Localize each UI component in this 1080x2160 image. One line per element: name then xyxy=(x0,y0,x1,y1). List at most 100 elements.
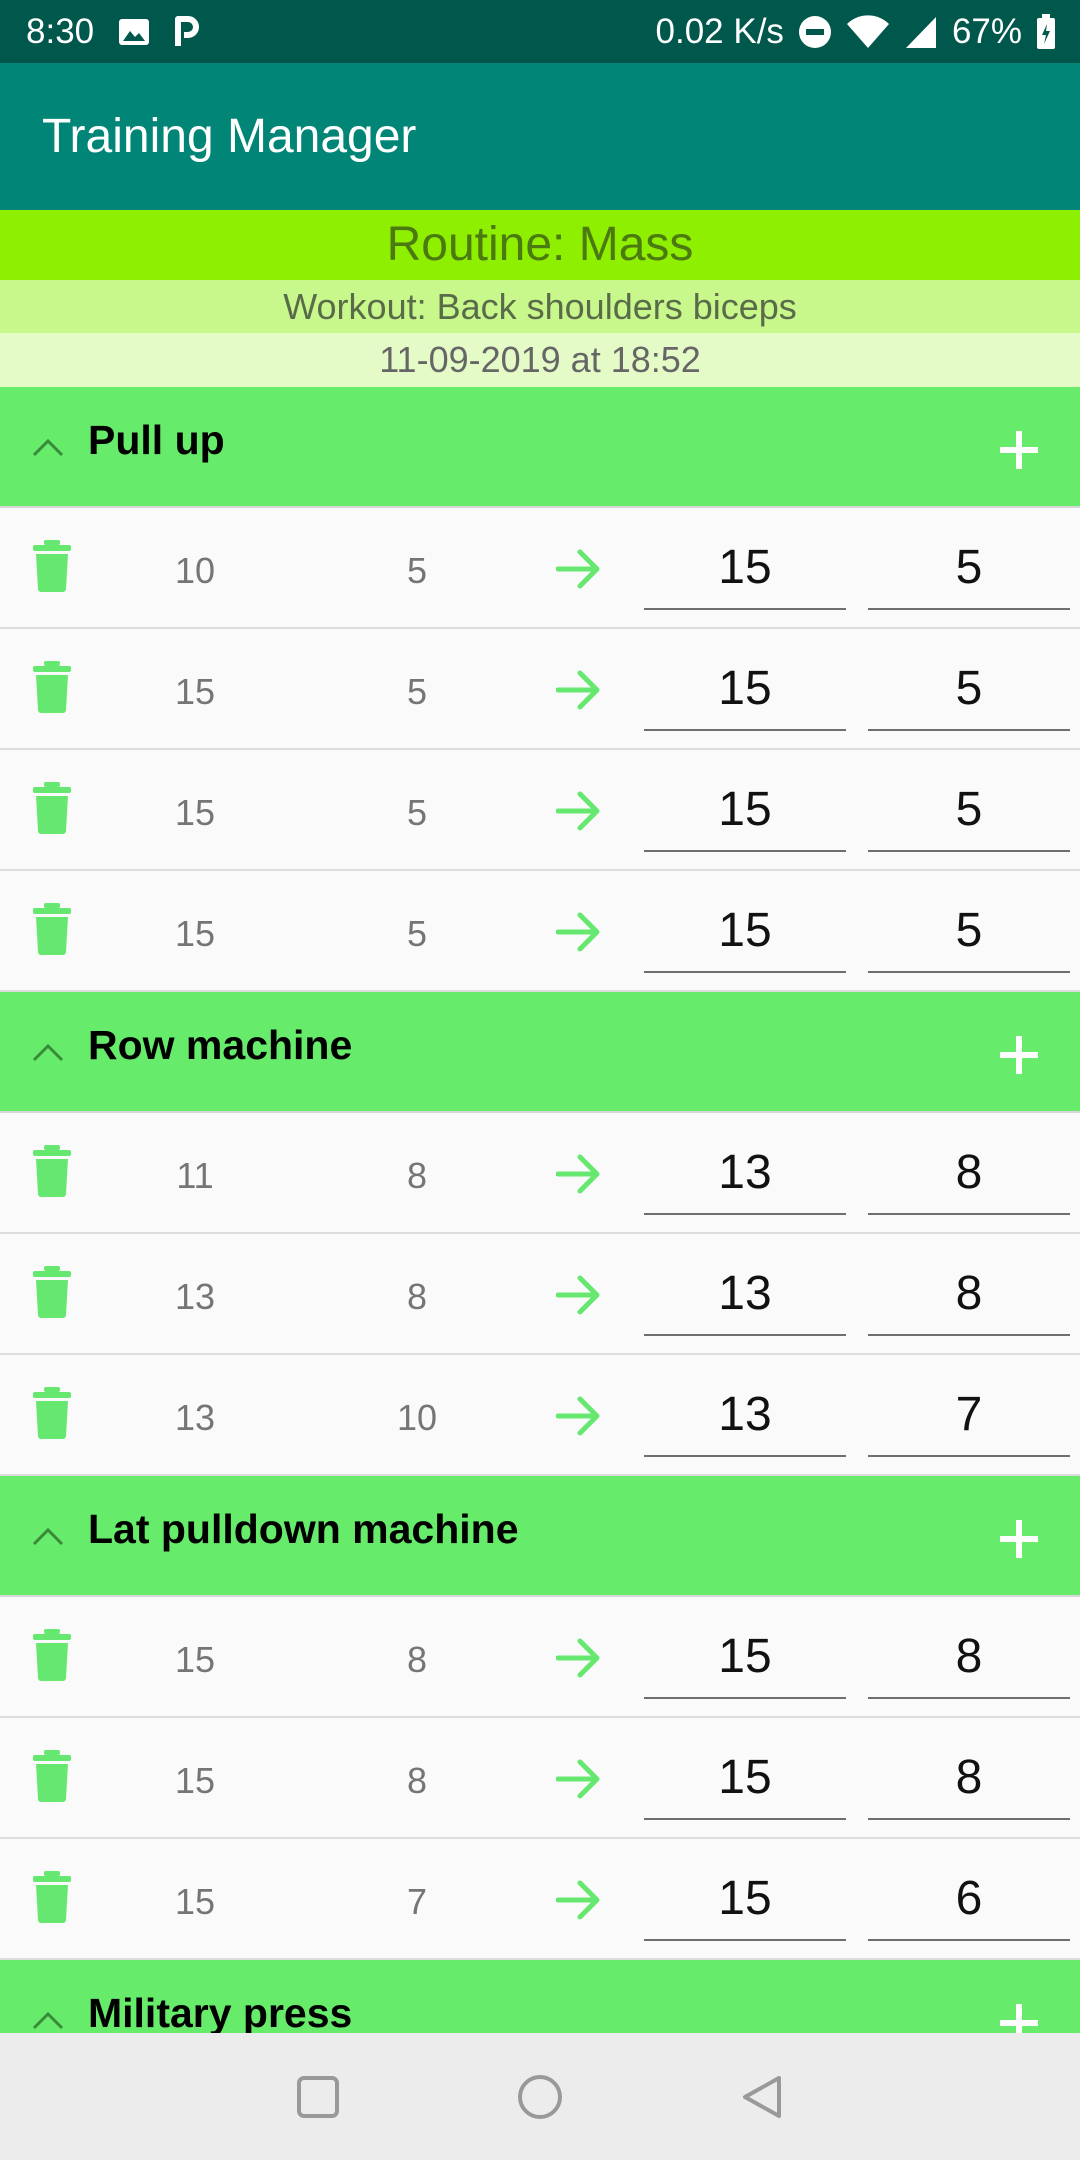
reps-input[interactable]: 5 xyxy=(868,770,1070,852)
arrow-right-icon[interactable] xyxy=(556,1393,602,1439)
routine-label: Routine: Mass xyxy=(0,210,1080,280)
trash-icon[interactable] xyxy=(32,1266,72,1318)
reps-input[interactable]: 5 xyxy=(868,649,1070,731)
set-row: 10 5 15 5 xyxy=(0,508,1080,629)
add-set-icon[interactable] xyxy=(998,429,1040,471)
previous-weight: 15 xyxy=(174,913,216,954)
workout-label: Workout: Back shoulders biceps xyxy=(0,280,1080,333)
weight-input[interactable]: 15 xyxy=(644,770,846,852)
parking-icon xyxy=(174,15,200,48)
arrow-right-icon[interactable] xyxy=(556,1151,602,1197)
recents-button[interactable] xyxy=(284,2063,352,2131)
arrow-right-icon[interactable] xyxy=(556,788,602,834)
arrow-right-icon[interactable] xyxy=(556,546,602,592)
exercise-header[interactable]: Lat pulldown machine xyxy=(0,1476,1080,1597)
previous-reps: 5 xyxy=(406,792,428,833)
trash-icon[interactable] xyxy=(32,903,72,955)
reps-input[interactable]: 6 xyxy=(868,1859,1070,1941)
square-icon xyxy=(297,2076,339,2118)
set-row: 13 10 13 7 xyxy=(0,1355,1080,1476)
triangle-back-icon xyxy=(743,2076,781,2118)
previous-reps: 10 xyxy=(396,1397,438,1438)
app-bar: Training Manager xyxy=(0,63,1080,210)
weight-input[interactable]: 15 xyxy=(644,1859,846,1941)
set-row: 13 8 13 8 xyxy=(0,1234,1080,1355)
reps-input[interactable]: 5 xyxy=(868,528,1070,610)
add-set-icon[interactable] xyxy=(998,1034,1040,1076)
arrow-right-icon[interactable] xyxy=(556,1272,602,1318)
set-row: 15 5 15 5 xyxy=(0,629,1080,750)
exercise-header[interactable]: Pull up xyxy=(0,387,1080,508)
weight-input[interactable]: 15 xyxy=(644,528,846,610)
chevron-up-icon[interactable] xyxy=(30,1034,66,1070)
battery-percent: 67% xyxy=(951,11,1022,51)
previous-weight: 15 xyxy=(174,792,216,833)
set-row: 15 8 15 8 xyxy=(0,1718,1080,1839)
weight-input[interactable]: 13 xyxy=(644,1375,846,1457)
chevron-up-icon[interactable] xyxy=(30,429,66,465)
arrow-right-icon[interactable] xyxy=(556,1756,602,1802)
previous-reps: 5 xyxy=(406,913,428,954)
navigation-bar xyxy=(0,2033,1080,2160)
previous-weight: 10 xyxy=(174,550,216,591)
signal-icon xyxy=(904,15,938,49)
arrow-right-icon[interactable] xyxy=(556,1635,602,1681)
exercise-list[interactable]: Pull up 10 5 15 5 15 5 15 5 15 5 15 5 15 5 15 5 Row machi… xyxy=(0,387,1080,2033)
arrow-right-icon[interactable] xyxy=(556,667,602,713)
reps-input[interactable]: 7 xyxy=(868,1375,1070,1457)
trash-icon[interactable] xyxy=(32,1871,72,1923)
trash-icon[interactable] xyxy=(32,1145,72,1197)
weight-input[interactable]: 15 xyxy=(644,891,846,973)
add-set-icon[interactable] xyxy=(998,1518,1040,1560)
set-row: 15 8 15 8 xyxy=(0,1597,1080,1718)
home-button[interactable] xyxy=(506,2063,574,2131)
back-button[interactable] xyxy=(728,2063,796,2131)
exercise-name: Row machine xyxy=(88,1022,353,1068)
weight-input[interactable]: 15 xyxy=(644,649,846,731)
status-time: 8:30 xyxy=(26,11,95,51)
previous-weight: 11 xyxy=(176,1155,214,1196)
weight-input[interactable]: 15 xyxy=(644,1738,846,1820)
add-set-icon[interactable] xyxy=(998,2002,1040,2033)
reps-input[interactable]: 5 xyxy=(868,891,1070,973)
previous-weight: 15 xyxy=(174,1881,216,1922)
previous-weight: 15 xyxy=(174,1639,216,1680)
date-label: 11-09-2019 at 18:52 xyxy=(0,333,1080,387)
trash-icon[interactable] xyxy=(32,1750,72,1802)
reps-input[interactable]: 8 xyxy=(868,1133,1070,1215)
exercise-header[interactable]: Military press xyxy=(0,1960,1080,2033)
trash-icon[interactable] xyxy=(32,1387,72,1439)
battery-icon xyxy=(1036,13,1056,50)
reps-input[interactable]: 8 xyxy=(868,1254,1070,1336)
arrow-right-icon[interactable] xyxy=(556,909,602,955)
chevron-up-icon[interactable] xyxy=(30,1518,66,1554)
previous-reps: 8 xyxy=(406,1760,428,1801)
previous-reps: 8 xyxy=(406,1155,428,1196)
trash-icon[interactable] xyxy=(32,1629,72,1681)
previous-weight: 15 xyxy=(174,671,216,712)
previous-reps: 5 xyxy=(406,550,428,591)
previous-weight: 15 xyxy=(174,1760,216,1801)
previous-reps: 8 xyxy=(406,1639,428,1680)
image-icon xyxy=(118,18,150,46)
previous-weight: 13 xyxy=(174,1397,216,1438)
trash-icon[interactable] xyxy=(32,540,72,592)
exercise-name: Lat pulldown machine xyxy=(88,1506,519,1552)
weight-input[interactable]: 15 xyxy=(644,1617,846,1699)
exercise-name: Pull up xyxy=(88,417,225,463)
set-row: 11 8 13 8 xyxy=(0,1113,1080,1234)
exercise-header[interactable]: Row machine xyxy=(0,992,1080,1113)
reps-input[interactable]: 8 xyxy=(868,1617,1070,1699)
previous-weight: 13 xyxy=(174,1276,216,1317)
chevron-up-icon[interactable] xyxy=(30,2002,66,2033)
weight-input[interactable]: 13 xyxy=(644,1133,846,1215)
trash-icon[interactable] xyxy=(32,661,72,713)
status-bar: 8:30 0.02 K/s 67% xyxy=(0,0,1080,63)
set-row: 15 5 15 5 xyxy=(0,750,1080,871)
weight-input[interactable]: 13 xyxy=(644,1254,846,1336)
trash-icon[interactable] xyxy=(32,782,72,834)
reps-input[interactable]: 8 xyxy=(868,1738,1070,1820)
set-row: 15 7 15 6 xyxy=(0,1839,1080,1960)
arrow-right-icon[interactable] xyxy=(556,1877,602,1923)
previous-reps: 8 xyxy=(406,1276,428,1317)
